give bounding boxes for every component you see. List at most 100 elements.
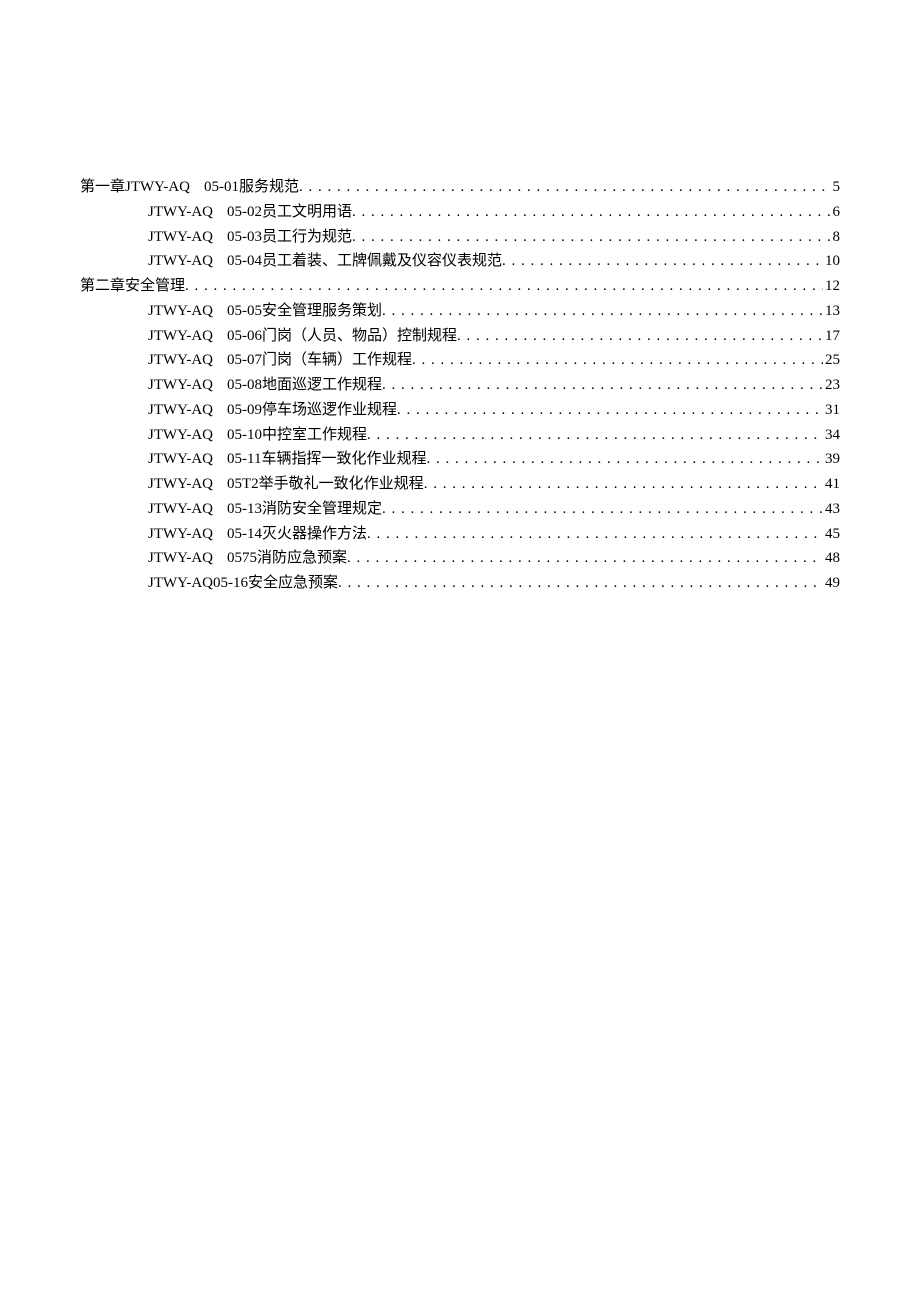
toc-title: 安全管理服务策划 [262, 299, 382, 324]
toc-leader-dots [424, 472, 823, 497]
toc-page-number: 34 [823, 423, 840, 448]
toc-leader-dots [367, 423, 823, 448]
toc-doc-code: JTWY-AQ [148, 299, 213, 324]
toc-title: 门岗（人员、物品）控制规程 [262, 324, 457, 349]
toc-leader-dots [426, 447, 823, 472]
toc-page-number: 31 [823, 398, 840, 423]
toc-section-number: 05-05 [227, 299, 262, 324]
toc-page-number: 48 [823, 546, 840, 571]
toc-page-number: 17 [823, 324, 840, 349]
toc-leader-dots [457, 324, 823, 349]
toc-chapter-prefix: 第一章 [80, 175, 125, 200]
toc-page-number: 41 [823, 472, 840, 497]
toc-title: 灭火器操作方法 [262, 522, 367, 547]
toc-entry: JTWY-AQ 05-09 停车场巡逻作业规程 31 [80, 398, 840, 423]
toc-title: 停车场巡逻作业规程 [262, 398, 397, 423]
toc-leader-dots [299, 175, 830, 200]
toc-section-number: 05-03 [227, 225, 262, 250]
toc-page-number: 23 [823, 373, 840, 398]
toc-entry: JTWY-AQ 05-06 门岗（人员、物品）控制规程 17 [80, 324, 840, 349]
toc-leader-dots [502, 249, 823, 274]
toc-page-number: 5 [831, 175, 841, 200]
toc-doc-code: JTWY-AQ [148, 571, 213, 596]
toc-entry: JTWY-AQ 05-11 车辆指挥一致化作业规程 39 [80, 447, 840, 472]
toc-doc-code: JTWY-AQ [148, 546, 213, 571]
toc-title: 地面巡逻工作规程 [262, 373, 382, 398]
toc-entry: JTWY-AQ 05-03 员工行为规范 8 [80, 225, 840, 250]
toc-leader-dots [382, 373, 823, 398]
toc-title: 员工文明用语 [262, 200, 352, 225]
toc-doc-code: JTWY-AQ [148, 373, 213, 398]
toc-leader-dots [397, 398, 823, 423]
toc-doc-code: JTWY-AQ [148, 348, 213, 373]
toc-page-number: 13 [823, 299, 840, 324]
toc-doc-code: JTWY-AQ [148, 423, 213, 448]
toc-leader-dots [352, 200, 830, 225]
toc-section-number: 05-06 [227, 324, 262, 349]
toc-entry: JTWY-AQ 05-07 门岗（车辆）工作规程 25 [80, 348, 840, 373]
toc-entry: JTWY-AQ05-16 安全应急预案 49 [80, 571, 840, 596]
toc-title: 门岗（车辆）工作规程 [262, 348, 412, 373]
toc-leader-dots [185, 274, 823, 299]
toc-title: 员工着装、工牌佩戴及仪容仪表规范 [262, 249, 502, 274]
toc-page-number: 45 [823, 522, 840, 547]
toc-page-number: 6 [831, 200, 841, 225]
toc-entry: JTWY-AQ 05-08 地面巡逻工作规程 23 [80, 373, 840, 398]
toc-title: 消防应急预案 [257, 546, 347, 571]
toc-section-number: 05-04 [227, 249, 262, 274]
toc-section-number: 05-11 [227, 447, 261, 472]
toc-doc-code: JTWY-AQ [148, 522, 213, 547]
toc-section-number: 05-09 [227, 398, 262, 423]
toc-section-number: 05-01 [204, 175, 239, 200]
toc-section-number: 05-07 [227, 348, 262, 373]
toc-entry: JTWY-AQ 05-02 员工文明用语 6 [80, 200, 840, 225]
toc-page-number: 8 [831, 225, 841, 250]
toc-entry: JTWY-AQ 05-10 中控室工作规程 34 [80, 423, 840, 448]
toc-section-number: 05-13 [227, 497, 262, 522]
toc-title: 消防安全管理规定 [262, 497, 382, 522]
toc-leader-dots [352, 225, 830, 250]
toc-page-number: 25 [823, 348, 840, 373]
toc-page-number: 39 [823, 447, 840, 472]
toc-doc-code: JTWY-AQ [148, 324, 213, 349]
toc-leader-dots [412, 348, 823, 373]
toc-entry: 第一章 JTWY-AQ 05-01 服务规范 5 [80, 175, 840, 200]
toc-entry: JTWY-AQ 05T2 举手敬礼一致化作业规程 41 [80, 472, 840, 497]
toc-doc-code: JTWY-AQ [148, 200, 213, 225]
toc-doc-code: JTWY-AQ [148, 249, 213, 274]
toc-entry: 第二章安全管理12 [80, 274, 840, 299]
toc-section-number: 05-02 [227, 200, 262, 225]
toc-entry: JTWY-AQ 05-04 员工着装、工牌佩戴及仪容仪表规范 10 [80, 249, 840, 274]
toc-title: 服务规范 [239, 175, 299, 200]
toc-section-number: 05-16 [213, 571, 248, 596]
toc-section-number: 05T2 [227, 472, 259, 497]
toc-section-number: 05-10 [227, 423, 262, 448]
toc-section-number: 0575 [227, 546, 257, 571]
toc-title: 举手敬礼一致化作业规程 [259, 472, 424, 497]
toc-title: 员工行为规范 [262, 225, 352, 250]
toc-page-number: 43 [823, 497, 840, 522]
toc-doc-code: JTWY-AQ [125, 175, 190, 200]
toc-title: 安全应急预案 [248, 571, 338, 596]
toc-section-number: 05-14 [227, 522, 262, 547]
toc-page-number: 10 [823, 249, 840, 274]
toc-doc-code: JTWY-AQ [148, 497, 213, 522]
toc-entry: JTWY-AQ 05-13 消防安全管理规定 43 [80, 497, 840, 522]
toc-entry: JTWY-AQ 05-14 灭火器操作方法 45 [80, 522, 840, 547]
toc-title: 中控室工作规程 [262, 423, 367, 448]
toc-leader-dots [347, 546, 823, 571]
toc-page-number: 49 [823, 571, 840, 596]
toc-section-number: 05-08 [227, 373, 262, 398]
toc-doc-code: JTWY-AQ [148, 398, 213, 423]
toc-page-number: 12 [823, 274, 840, 299]
toc-leader-dots [382, 299, 823, 324]
table-of-contents: 第一章 JTWY-AQ05-01 服务规范5JTWY-AQ05-02 员工文明用… [80, 175, 840, 596]
toc-entry: JTWY-AQ 05-05 安全管理服务策划 13 [80, 299, 840, 324]
toc-title: 车辆指挥一致化作业规程 [261, 447, 426, 472]
toc-doc-code: JTWY-AQ [148, 447, 213, 472]
toc-entry: JTWY-AQ 0575 消防应急预案 48 [80, 546, 840, 571]
toc-leader-dots [382, 497, 823, 522]
toc-doc-code: JTWY-AQ [148, 472, 213, 497]
toc-doc-code: JTWY-AQ [148, 225, 213, 250]
toc-leader-dots [367, 522, 823, 547]
